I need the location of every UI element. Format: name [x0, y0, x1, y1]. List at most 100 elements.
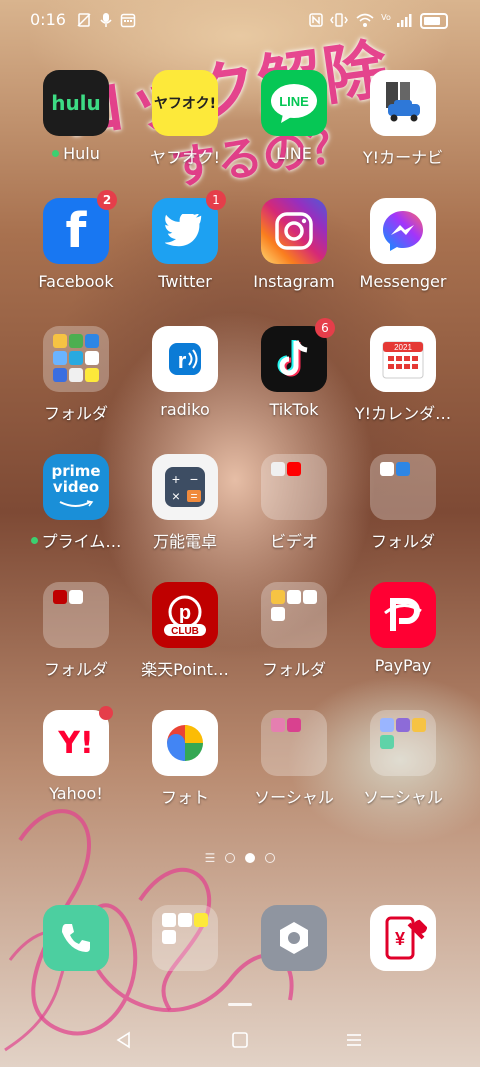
rakuten-point-icon: p CLUB — [152, 582, 218, 648]
app-folder-2[interactable]: フォルダ — [348, 454, 458, 552]
app-folder-1[interactable]: フォルダ — [21, 326, 131, 424]
app-label: Hulu — [63, 144, 100, 163]
folder-app-icon — [271, 607, 285, 621]
recents-button[interactable] — [334, 1025, 374, 1055]
app-calculator[interactable]: + − × = 万能電卓 — [130, 454, 240, 552]
app-label: radiko — [160, 400, 210, 419]
folder-app-icon — [396, 462, 410, 476]
notification-badge: 1 — [206, 190, 226, 210]
instagram-icon — [261, 198, 327, 264]
folder-app-icon — [194, 913, 208, 927]
app-folder-video[interactable]: ビデオ — [239, 454, 349, 552]
facebook-icon: f 2 — [43, 190, 117, 264]
app-folder-4[interactable]: フォルダ — [239, 582, 349, 680]
app-folder-3[interactable]: フォルダ — [21, 582, 131, 680]
phone-icon — [43, 905, 109, 971]
status-time: 0:16 — [30, 10, 66, 29]
new-install-dot — [30, 536, 38, 544]
twitter-icon: 1 — [152, 190, 226, 264]
app-label: フォルダ — [43, 404, 108, 423]
app-label: Y!カーナビ — [362, 148, 444, 167]
svg-text:r: r — [178, 348, 187, 373]
new-install-dot — [52, 150, 60, 157]
repair-phone-icon: ¥ — [370, 905, 436, 971]
app-label: Messenger — [359, 272, 447, 291]
folder-app-icon — [380, 735, 394, 749]
folder-icon — [43, 326, 109, 392]
folder-app-icon — [69, 590, 83, 604]
app-hulu[interactable]: hulu Hulu — [21, 70, 131, 163]
page-indicator[interactable]: ☰ — [0, 850, 480, 866]
svg-text:+: + — [172, 471, 180, 487]
folder-app-icon — [53, 368, 67, 382]
battery-icon — [420, 13, 448, 29]
status-bar: 0:16 Vo — [0, 0, 480, 40]
notification-badge: 2 — [97, 190, 117, 210]
app-photos[interactable]: フォト — [130, 710, 240, 808]
folder-app-icon — [287, 718, 301, 732]
folder-app-icon — [303, 590, 317, 604]
page-dot[interactable] — [225, 853, 236, 863]
app-rakuten-point[interactable]: p CLUB 楽天Point… — [130, 582, 240, 680]
prime-text: prime — [51, 462, 101, 480]
app-calendar[interactable]: 2021 Y!カレンダ… — [348, 326, 458, 424]
folder-icon — [261, 710, 327, 776]
svg-text:p: p — [179, 602, 191, 624]
youtube-mini-icon — [287, 462, 301, 476]
facebook-logo: f — [65, 203, 87, 259]
folder-app-icon — [412, 718, 426, 732]
svg-text:=: = — [190, 489, 197, 503]
folder-app-icon — [85, 368, 99, 382]
folder-app-icon — [53, 334, 67, 348]
app-prime-video[interactable]: prime video プライム… — [21, 454, 131, 552]
home-button[interactable] — [220, 1025, 260, 1055]
back-button[interactable] — [104, 1025, 144, 1055]
notification-dot — [99, 706, 113, 720]
messenger-icon — [370, 198, 436, 264]
app-line[interactable]: LINE LINE — [239, 70, 349, 163]
folder-icon — [261, 454, 327, 520]
page-dot-current[interactable] — [245, 853, 256, 863]
vibrate-icon — [330, 12, 348, 28]
page-dot[interactable] — [265, 853, 276, 863]
app-label: PayPay — [374, 656, 432, 675]
app-folder-social-1[interactable]: ソーシャル — [239, 710, 349, 808]
app-folder-social-2[interactable]: ソーシャル — [348, 710, 458, 808]
dock-phone[interactable] — [21, 905, 131, 971]
dock-folder[interactable] — [130, 905, 240, 971]
google-photos-icon — [152, 710, 218, 776]
app-paypay[interactable]: PayPay — [348, 582, 458, 675]
folder-app-icon — [162, 913, 176, 927]
home-indicator — [228, 1003, 252, 1006]
app-instagram[interactable]: Instagram — [239, 198, 349, 291]
app-yahoo[interactable]: Y! Yahoo! — [21, 706, 131, 803]
app-carnavi[interactable]: Y!カーナビ — [348, 70, 458, 168]
app-label: ヤフオク! — [149, 148, 221, 167]
club-text: CLUB — [171, 626, 199, 637]
app-label: ソーシャル — [254, 788, 334, 807]
dock-repair[interactable]: ¥ — [348, 905, 458, 971]
menu-icon — [347, 1034, 361, 1046]
app-label: ソーシャル — [363, 788, 443, 807]
app-yafuoku[interactable]: ヤフオク! ヤフオク! — [130, 70, 240, 168]
svg-text:×: × — [172, 488, 180, 504]
svg-text:−: − — [190, 471, 198, 487]
app-messenger[interactable]: Messenger — [348, 198, 458, 291]
app-label: LINE — [276, 144, 312, 163]
folder-app-icon — [380, 718, 394, 732]
folder-app-icon — [53, 590, 67, 604]
folder-app-icon — [271, 590, 285, 604]
folder-app-icon — [162, 930, 176, 944]
wifi-icon — [356, 12, 374, 28]
folder-icon — [370, 710, 436, 776]
app-twitter[interactable]: 1 Twitter — [130, 190, 240, 291]
notification-badge: 6 — [315, 318, 335, 338]
app-facebook[interactable]: f 2 Facebook — [21, 190, 131, 291]
home-icon — [232, 1032, 248, 1048]
app-radiko[interactable]: r radiko — [130, 326, 240, 419]
folder-app-icon — [85, 351, 99, 365]
page-list-icon[interactable]: ☰ — [205, 851, 216, 865]
line-icon: LINE — [261, 70, 327, 136]
dock-settings[interactable] — [239, 905, 349, 971]
app-tiktok[interactable]: 6 TikTok — [239, 318, 349, 419]
